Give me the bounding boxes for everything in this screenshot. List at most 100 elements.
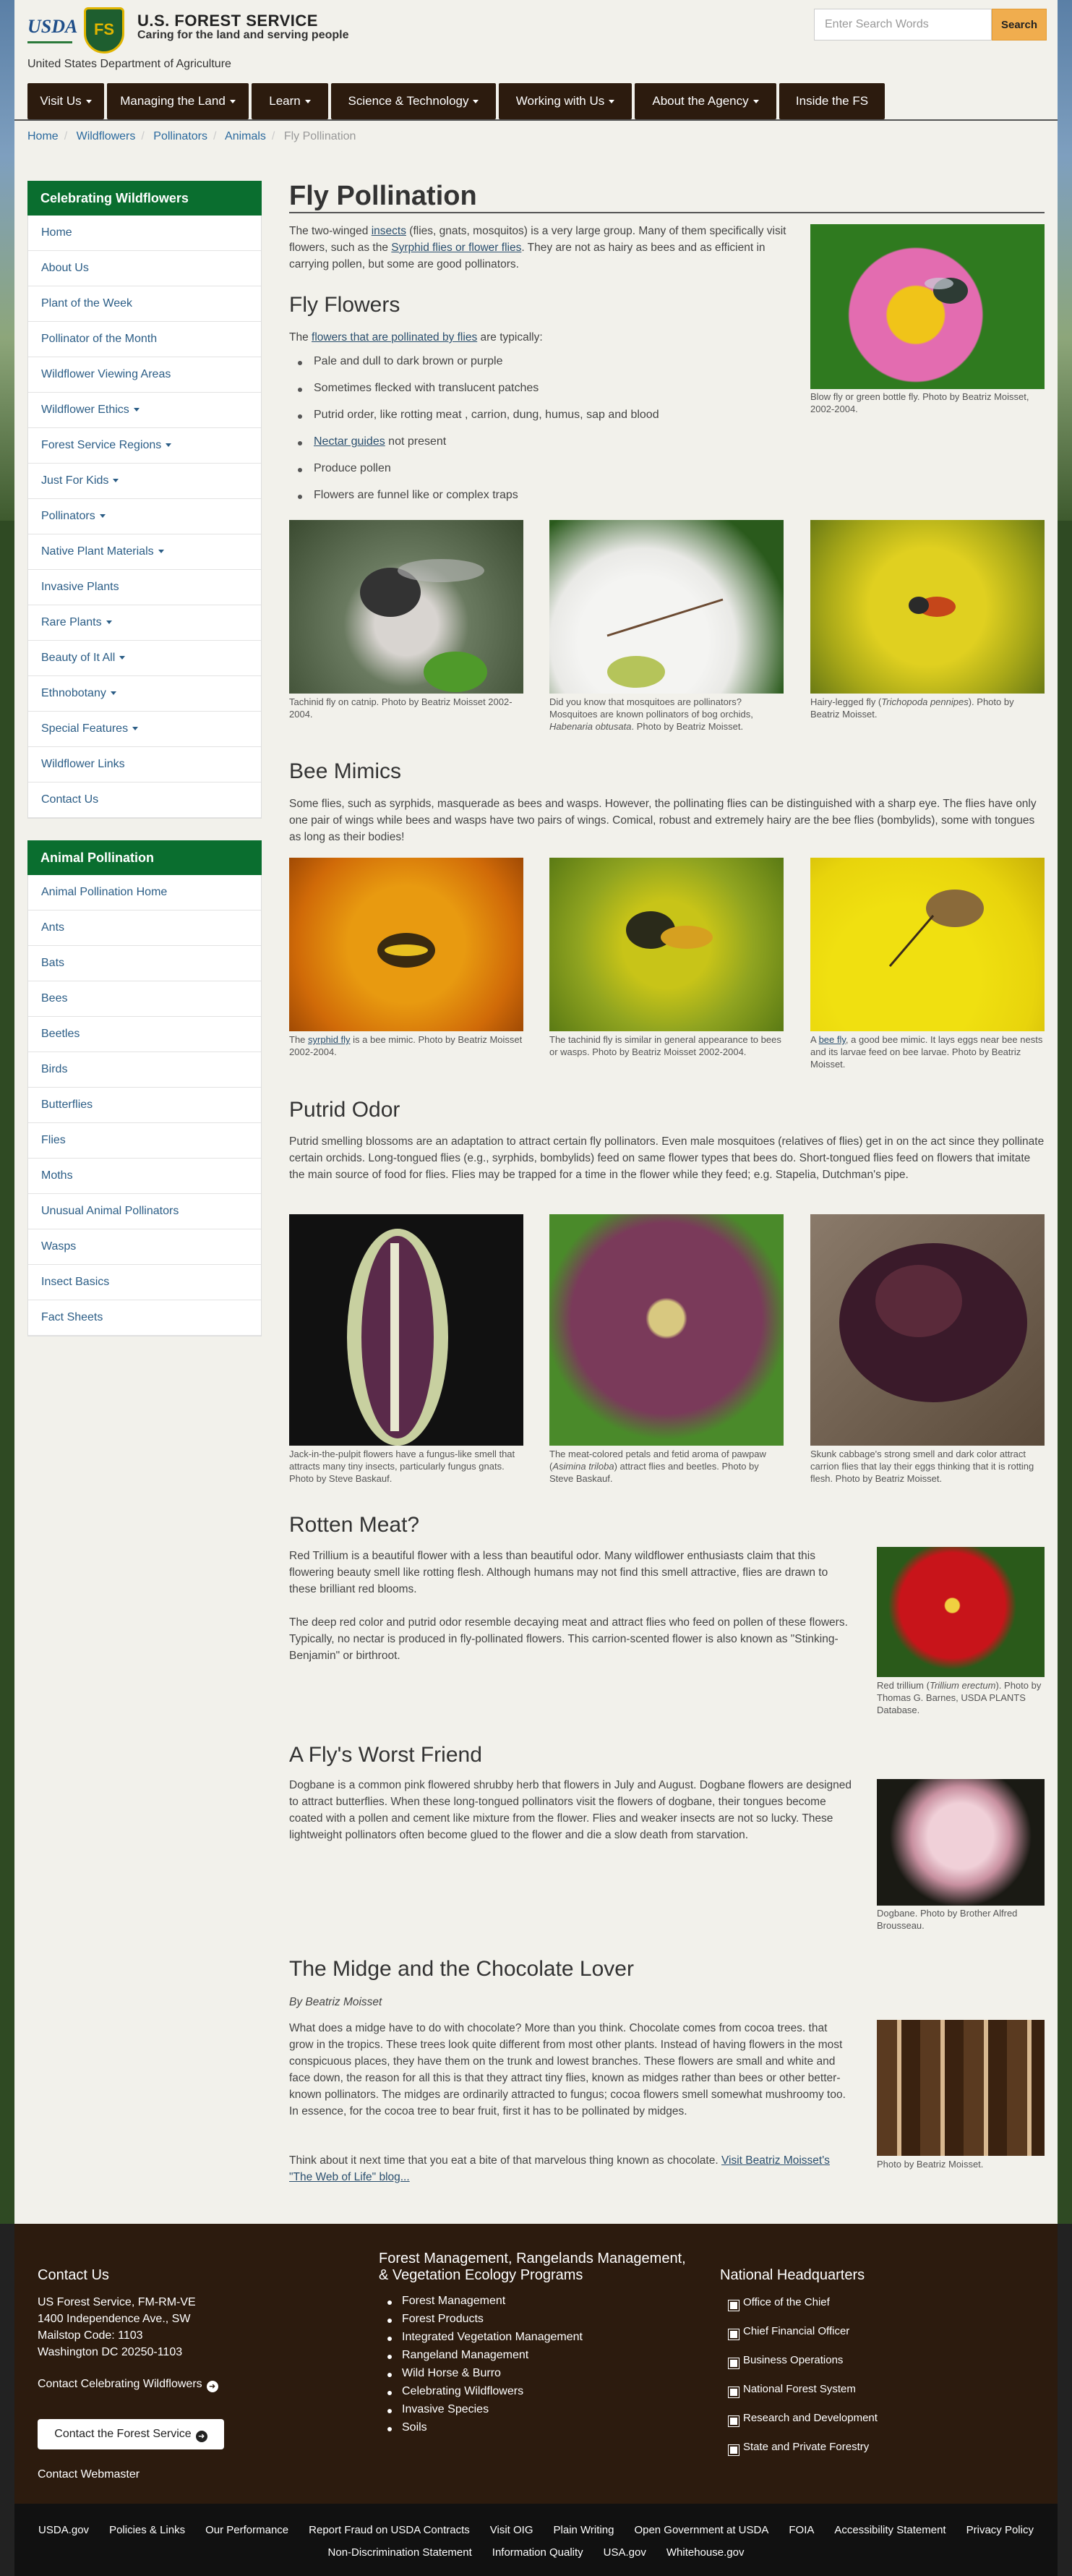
list-item: Pale and dull to dark brown or purple [289, 355, 799, 382]
footer-link-business-operations[interactable]: Business Operations [720, 2354, 878, 2383]
sidebar-item-native-plant-materials[interactable]: Native Plant Materials [28, 534, 261, 570]
sidebar-item-about-us[interactable]: About Us [28, 251, 261, 286]
chevron-down-icon [609, 100, 615, 104]
nav-working-with-us[interactable]: Working with Us [499, 83, 632, 119]
nav-visit-us[interactable]: Visit Us [27, 83, 104, 119]
footer-link-state-and-private-forestry[interactable]: State and Private Forestry [720, 2441, 878, 2470]
sidebar-item-home[interactable]: Home [28, 216, 261, 251]
sidebar-item-flies[interactable]: Flies [28, 1123, 261, 1159]
forest-service-shield-icon[interactable]: FS [84, 7, 124, 54]
sidebar-item-unusual-animal-pollinators[interactable]: Unusual Animal Pollinators [28, 1194, 261, 1229]
agency-title[interactable]: U.S. FOREST SERVICE [137, 12, 318, 30]
bee-mimics-paragraph: Some flies, such as syrphids, masquerade… [289, 798, 1037, 843]
caption-bee-fly: A bee fly, a good bee mimic. It lays egg… [810, 1034, 1043, 1070]
sidebar-item-animal-pollination-home[interactable]: Animal Pollination Home [28, 875, 261, 910]
sidebar-item-beetles[interactable]: Beetles [28, 1017, 261, 1052]
sidebar-item-plant-of-the-week[interactable]: Plant of the Week [28, 286, 261, 322]
contact-forest-service-button[interactable]: Contact the Forest Service ➜ [38, 2419, 224, 2449]
footer-link-integrated-vegetation-management[interactable]: Integrated Vegetation Management [379, 2331, 583, 2349]
sidebar-item-forest-service-regions[interactable]: Forest Service Regions [28, 428, 261, 464]
background-edge-right [1058, 2224, 1072, 2576]
sidebar-item-invasive-plants[interactable]: Invasive Plants [28, 570, 261, 605]
bottom-link-open-government-at-usda[interactable]: Open Government at USDA [634, 2524, 768, 2536]
sidebar-item-pollinator-of-the-month[interactable]: Pollinator of the Month [28, 322, 261, 357]
nav-about-the-agency[interactable]: About the Agency [635, 83, 776, 119]
agency-tagline: Caring for the land and serving people [137, 29, 349, 41]
breadcrumb-animals[interactable]: Animals [225, 130, 266, 142]
usda-logo[interactable]: USDA [27, 13, 77, 43]
footer-link-forest-products[interactable]: Forest Products [379, 2313, 583, 2331]
contact-celebrating-wildflowers-link[interactable]: Contact Celebrating Wildflowers ➜ [38, 2376, 218, 2392]
breadcrumb-home[interactable]: Home [27, 130, 59, 142]
sidebar-item-special-features[interactable]: Special Features [28, 712, 261, 747]
bottom-link-plain-writing[interactable]: Plain Writing [554, 2524, 614, 2536]
sidebar-item-moths[interactable]: Moths [28, 1159, 261, 1194]
footer-link-invasive-species[interactable]: Invasive Species [379, 2403, 583, 2421]
sidebar-item-pollinators[interactable]: Pollinators [28, 499, 261, 534]
breadcrumb-pollinators[interactable]: Pollinators [153, 130, 207, 142]
bottom-link-whitehouse-gov[interactable]: Whitehouse.gov [666, 2546, 745, 2559]
contact-webmaster-link[interactable]: Contact Webmaster [38, 2466, 140, 2483]
nav-inside-the-fs[interactable]: Inside the FS [779, 83, 885, 119]
bottom-link-policies-links[interactable]: Policies & Links [109, 2524, 185, 2536]
bottom-link-non-discrimination-statement[interactable]: Non-Discrimination Statement [328, 2546, 472, 2559]
footer-link-national-forest-system[interactable]: National Forest System [720, 2383, 878, 2412]
sidebar-item-ants[interactable]: Ants [28, 910, 261, 946]
heading-flys-worst-friend: A Fly's Worst Friend [289, 1743, 482, 1767]
bottom-link-visit-oig[interactable]: Visit OIG [490, 2524, 533, 2536]
sidebar-item-fact-sheets[interactable]: Fact Sheets [28, 1300, 261, 1336]
sidebar-item-just-for-kids[interactable]: Just For Kids [28, 464, 261, 499]
bottom-link-usa-gov[interactable]: USA.gov [604, 2546, 646, 2559]
bottom-link-accessibility-statement[interactable]: Accessibility Statement [834, 2524, 945, 2536]
fly-flowers-lead: The flowers that are pollinated by flies… [289, 331, 543, 344]
photo-skunk-cabbage [810, 1214, 1045, 1446]
footer-link-research-and-development[interactable]: Research and Development [720, 2412, 878, 2441]
sidebar-item-wildflower-links[interactable]: Wildflower Links [28, 747, 261, 782]
search-input[interactable]: Enter Search Words [814, 9, 992, 40]
syrphid-fly-link[interactable]: syrphid fly [308, 1034, 351, 1045]
footer-link-celebrating-wildflowers[interactable]: Celebrating Wildflowers [379, 2385, 583, 2403]
sidebar-item-ethnobotany[interactable]: Ethnobotany [28, 676, 261, 712]
sidebar-item-rare-plants[interactable]: Rare Plants [28, 605, 261, 641]
site-header: USDA FS U.S. FOREST SERVICE Caring for t… [14, 0, 1058, 119]
sidebar-item-wasps[interactable]: Wasps [28, 1229, 261, 1265]
heading-rotten-meat: Rotten Meat? [289, 1513, 420, 1537]
nectar-guides-link[interactable]: Nectar guides [314, 435, 385, 448]
bottom-link-information-quality[interactable]: Information Quality [492, 2546, 583, 2559]
chevron-down-icon [133, 408, 140, 412]
bee-fly-link[interactable]: bee fly [819, 1034, 846, 1045]
sidebar-item-birds[interactable]: Birds [28, 1052, 261, 1088]
sidebar-item-bats[interactable]: Bats [28, 946, 261, 981]
sidebar-item-contact-us[interactable]: Contact Us [28, 782, 261, 818]
sidebar-item-wildflower-viewing-areas[interactable]: Wildflower Viewing Areas [28, 357, 261, 393]
footer-link-rangeland-management[interactable]: Rangeland Management [379, 2349, 583, 2367]
sidebar-item-insect-basics[interactable]: Insect Basics [28, 1265, 261, 1300]
photo-syrphid-fly [289, 858, 523, 1031]
sidebar-list: Home About Us Plant of the Week Pollinator … [27, 216, 262, 819]
sidebar-item-beauty-of-it-all[interactable]: Beauty of It All [28, 641, 261, 676]
nav-science-technology[interactable]: Science & Technology [331, 83, 496, 119]
bottom-link-foia[interactable]: FOIA [789, 2524, 814, 2536]
footer-link-office-of-the-chief[interactable]: Office of the Chief [720, 2296, 878, 2325]
bottom-link-usda-gov[interactable]: USDA.gov [38, 2524, 89, 2536]
search-button[interactable]: Search [992, 9, 1047, 40]
bottom-link-our-performance[interactable]: Our Performance [205, 2524, 288, 2536]
breadcrumb-wildflowers[interactable]: Wildflowers [77, 130, 136, 142]
nav-managing-the-land[interactable]: Managing the Land [107, 83, 249, 119]
insects-link[interactable]: insects [372, 225, 406, 237]
chevron-down-icon [85, 100, 92, 104]
footer-link-soils[interactable]: Soils [379, 2421, 583, 2439]
bottom-link-report-fraud-on-usda-contracts[interactable]: Report Fraud on USDA Contracts [309, 2524, 470, 2536]
photo-red-trillium [877, 1547, 1045, 1677]
sidebar-item-bees[interactable]: Bees [28, 981, 261, 1017]
chevron-down-icon [229, 100, 236, 104]
footer-link-forest-management[interactable]: Forest Management [379, 2295, 583, 2313]
sidebar-item-butterflies[interactable]: Butterflies [28, 1088, 261, 1123]
nav-learn[interactable]: Learn [252, 83, 328, 119]
footer-link-wild-horse-burro[interactable]: Wild Horse & Burro [379, 2367, 583, 2385]
bottom-link-privacy-policy[interactable]: Privacy Policy [966, 2524, 1034, 2536]
footer-link-chief-financial-officer[interactable]: Chief Financial Officer [720, 2325, 878, 2354]
syrphid-flies-link[interactable]: Syrphid flies or flower flies [391, 242, 521, 254]
flowers-pollinated-by-flies-link[interactable]: flowers that are pollinated by flies [312, 331, 477, 344]
sidebar-item-wildflower-ethics[interactable]: Wildflower Ethics [28, 393, 261, 428]
